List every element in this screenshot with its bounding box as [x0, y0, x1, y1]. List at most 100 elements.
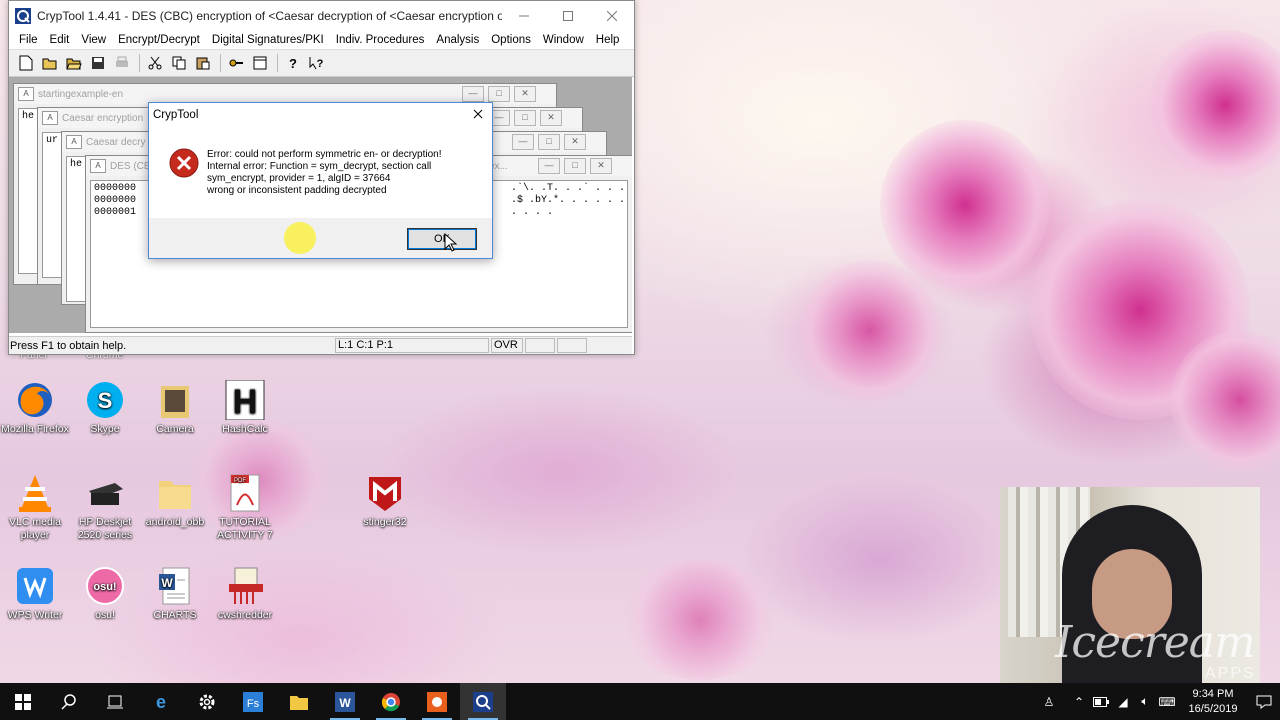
window-button[interactable] [249, 52, 271, 74]
paste-icon [196, 57, 210, 70]
svg-text:osu!: osu! [93, 581, 116, 593]
copy-button[interactable] [168, 52, 190, 74]
svg-text:PDF: PDF [234, 478, 246, 484]
desktop-icon-cwshredder[interactable]: cwshredder [210, 566, 280, 622]
svg-text:S: S [98, 388, 113, 413]
copy-icon [172, 56, 186, 70]
window-titlebar[interactable]: CrypTool 1.4.41 - DES (CBC) encryption o… [9, 1, 634, 31]
desktop-icon-firefox[interactable]: Mozilla Firefox [0, 380, 70, 436]
open-folder-button[interactable] [63, 52, 85, 74]
folder-icon [155, 473, 195, 513]
desktop-icon-osu[interactable]: osu! osu! [70, 566, 140, 622]
menu-digital-signatures[interactable]: Digital Signatures/PKI [206, 34, 330, 46]
document-icon: A [66, 135, 82, 149]
settings-icon [199, 694, 215, 709]
start-icon [15, 693, 31, 710]
toolbar-separator [139, 54, 140, 72]
close-icon[interactable]: ✕ [540, 110, 562, 126]
cryptool-taskbar-button[interactable] [460, 683, 506, 720]
paste-button[interactable] [192, 52, 214, 74]
language-icon[interactable]: ⌨︎ [1156, 683, 1178, 720]
save-button[interactable] [87, 52, 109, 74]
dialog-close-button[interactable] [470, 106, 486, 122]
new-icon [19, 55, 33, 71]
edge-button[interactable]: e [138, 683, 184, 720]
menu-indiv-procedures[interactable]: Indiv. Procedures [330, 34, 431, 46]
close-icon [607, 11, 617, 21]
chrome-button[interactable] [368, 683, 414, 720]
menu-view[interactable]: View [75, 34, 112, 46]
desktop-icon-android-obb[interactable]: android_obb [140, 473, 210, 529]
chevron-up-icon[interactable]: ⌃ [1068, 683, 1090, 720]
help-icon: ? [289, 56, 297, 70]
minimize-icon[interactable]: — [512, 134, 534, 150]
maximize-icon[interactable]: □ [488, 86, 510, 102]
volume-icon[interactable]: 🔈︎ [1134, 683, 1156, 720]
settings-button[interactable] [184, 683, 230, 720]
clock-time: 9:34 PM [1192, 687, 1234, 700]
fs-app-button[interactable]: Fs [230, 683, 276, 720]
system-tray: ♙ ⌃ ◢ 🔈︎ ⌨︎ 9:34 PM 16/5/2019 [1038, 683, 1280, 720]
context-help-button[interactable]: ? [306, 52, 328, 74]
taskbar-clock[interactable]: 9:34 PM 16/5/2019 [1178, 687, 1248, 717]
menu-analysis[interactable]: Analysis [430, 34, 485, 46]
menu-options[interactable]: Options [485, 34, 537, 46]
minimize-button[interactable] [502, 1, 546, 31]
hashcalc-icon: H [225, 379, 265, 421]
network-icon[interactable]: ◢ [1112, 683, 1134, 720]
window-title: CrypTool 1.4.41 - DES (CBC) encryption o… [37, 9, 502, 23]
print-button[interactable] [111, 52, 133, 74]
menu-encrypt-decrypt[interactable]: Encrypt/Decrypt [112, 34, 206, 46]
ok-button[interactable]: OK [407, 228, 477, 250]
maximize-icon[interactable]: □ [514, 110, 536, 126]
desktop-icon-hp-printer[interactable]: HP Deskjet 2520 series [70, 473, 140, 542]
people-icon[interactable]: ♙ [1038, 683, 1060, 720]
new-button[interactable] [15, 52, 37, 74]
watermark-text: Icecream [1055, 617, 1256, 668]
open-button[interactable] [39, 52, 61, 74]
search-icon [61, 693, 76, 710]
cut-button[interactable] [144, 52, 166, 74]
search-button[interactable] [46, 683, 92, 720]
desktop-icon-charts[interactable]: W CHARTS [140, 566, 210, 622]
desktop-icon-hashcalc[interactable]: H HashCalc [210, 379, 280, 436]
menu-file[interactable]: File [13, 34, 44, 46]
notification-center-icon[interactable] [1248, 683, 1280, 720]
child-title: startingexample-en [38, 88, 124, 100]
close-icon[interactable]: ✕ [564, 134, 586, 150]
maximize-button[interactable] [546, 1, 590, 31]
task-view-button[interactable] [92, 683, 138, 720]
desktop-icon-stinger32[interactable]: stinger32 [350, 473, 420, 529]
open-folder-icon [66, 58, 82, 70]
menu-window[interactable]: Window [537, 34, 590, 46]
maximize-icon[interactable]: □ [564, 158, 586, 174]
menu-help[interactable]: Help [590, 34, 626, 46]
desktop-icon-vlc[interactable]: VLC media player [0, 473, 70, 542]
svg-text:?: ? [289, 56, 297, 70]
desktop-icon-wps-writer[interactable]: WPS Writer [0, 566, 70, 622]
menu-edit[interactable]: Edit [44, 34, 76, 46]
child-title: Caesar decry [86, 136, 146, 148]
maximize-icon[interactable]: □ [538, 134, 560, 150]
desktop-icon-skype[interactable]: S Skype [70, 380, 140, 436]
close-button[interactable] [590, 1, 634, 31]
word-button[interactable]: W [322, 683, 368, 720]
orange-app-button[interactable] [414, 683, 460, 720]
cryptool-app-icon [15, 8, 31, 24]
minimize-icon[interactable]: — [462, 86, 484, 102]
minimize-icon[interactable]: — [538, 158, 560, 174]
desktop-icon-camera[interactable]: Camera [140, 380, 210, 436]
webcam-overlay: Icecream APPS [1000, 487, 1260, 683]
close-icon[interactable]: ✕ [514, 86, 536, 102]
start-button[interactable] [0, 683, 46, 720]
document-icon: A [90, 159, 106, 173]
battery-icon[interactable] [1090, 683, 1112, 720]
close-icon[interactable]: ✕ [590, 158, 612, 174]
save-icon [92, 57, 104, 69]
desktop-icon-label: Mozilla Firefox [1, 423, 69, 435]
file-explorer-button[interactable] [276, 683, 322, 720]
desktop-icon-tutorial-pdf[interactable]: PDF TUTORIAL ACTIVITY 7 [210, 473, 280, 542]
help-button[interactable]: ? [282, 52, 304, 74]
key-button[interactable] [225, 52, 247, 74]
mcafee-icon [365, 473, 405, 513]
